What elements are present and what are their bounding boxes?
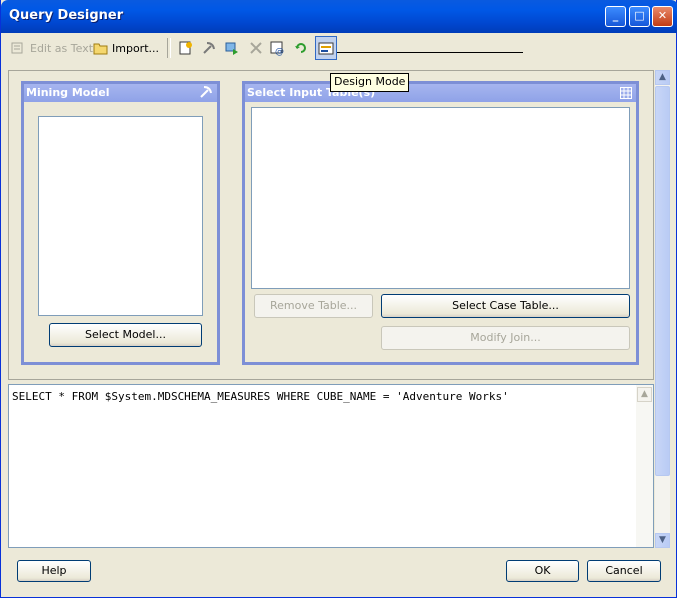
cancel-button[interactable]: Cancel: [587, 560, 661, 582]
query-designer-window: Query Designer _ □ ✕ Edit as Text Import…: [0, 0, 677, 598]
import-button[interactable]: Import...: [93, 37, 159, 59]
run-icon: [224, 40, 240, 56]
sql-scroll-up-icon[interactable]: ▲: [637, 387, 652, 402]
query-builder-icon: [178, 40, 194, 56]
window-title: Query Designer: [9, 8, 124, 23]
toolbar: Edit as Text Import... @: [7, 35, 672, 61]
scroll-down-icon[interactable]: ▼: [655, 533, 670, 548]
parameters-button[interactable]: @: [270, 37, 286, 59]
minimize-button[interactable]: _: [605, 6, 626, 27]
edit-as-text-label: Edit as Text: [30, 41, 94, 55]
mining-model-panel: Mining Model Select Model...: [21, 81, 220, 365]
folder-open-icon: [93, 40, 109, 56]
scroll-thumb[interactable]: [655, 86, 670, 476]
sql-query-text[interactable]: SELECT * FROM $System.MDSCHEMA_MEASURES …: [12, 390, 509, 403]
mining-model-header: Mining Model: [24, 84, 217, 102]
parameters-icon: @: [270, 40, 286, 57]
remove-table-button[interactable]: Remove Table...: [254, 294, 373, 318]
scroll-up-icon[interactable]: ▲: [655, 70, 670, 85]
ok-button[interactable]: OK: [506, 560, 579, 582]
modify-join-button[interactable]: Modify Join...: [381, 326, 630, 350]
import-label: Import...: [112, 41, 159, 55]
sql-scrollbar[interactable]: ▲: [636, 385, 653, 547]
refresh-icon: [293, 40, 309, 56]
sql-editor[interactable]: SELECT * FROM $System.MDSCHEMA_MEASURES …: [8, 384, 654, 548]
refresh-button[interactable]: [293, 37, 309, 59]
toolbar-separator: [167, 38, 171, 58]
maximize-button[interactable]: □: [629, 6, 650, 27]
table-icon: [620, 87, 632, 105]
design-vertical-scrollbar[interactable]: ▲ ▼: [655, 70, 670, 548]
query-builder-button[interactable]: [178, 37, 194, 59]
help-button[interactable]: Help: [17, 560, 91, 582]
mining-model-title: Mining Model: [26, 86, 110, 99]
design-area: Mining Model Select Model... Select Inpu…: [8, 70, 654, 380]
delete-button[interactable]: [248, 37, 264, 59]
pickaxe-icon: [201, 40, 217, 56]
design-mode-tooltip: Design Mode: [330, 73, 410, 92]
pickaxe-icon: [199, 85, 213, 105]
input-table-list[interactable]: [251, 107, 630, 289]
toolbar-underline: [337, 52, 523, 53]
design-mode-icon: [318, 40, 334, 56]
design-mode-button[interactable]: [315, 36, 337, 60]
mining-model-button[interactable]: [201, 37, 217, 59]
input-table-header: Select Input Table(s): [245, 84, 636, 102]
close-button[interactable]: ✕: [652, 6, 673, 27]
edit-text-icon: [11, 40, 27, 56]
delete-x-icon: [248, 40, 264, 56]
svg-text:@: @: [275, 47, 284, 56]
edit-as-text-button[interactable]: Edit as Text: [11, 37, 93, 59]
title-bar[interactable]: Query Designer _ □ ✕: [1, 0, 677, 33]
select-model-button[interactable]: Select Model...: [49, 323, 202, 347]
run-query-button[interactable]: [224, 37, 240, 59]
mining-model-list[interactable]: [38, 116, 203, 316]
select-case-table-button[interactable]: Select Case Table...: [381, 294, 630, 318]
input-table-panel: Select Input Table(s) Remove Table... Se…: [242, 81, 639, 365]
